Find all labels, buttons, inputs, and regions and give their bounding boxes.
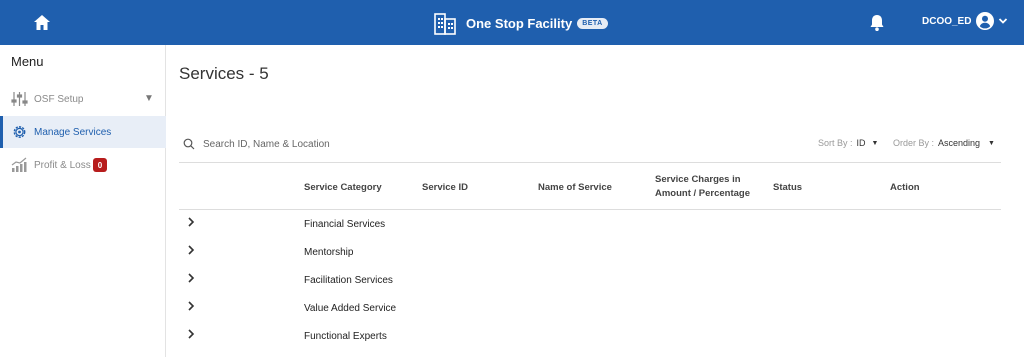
brand: One Stop Facility BETA	[433, 9, 608, 37]
search-icon	[183, 138, 195, 150]
order-by-label: Order By :	[893, 138, 935, 148]
column-header-status: Status	[773, 182, 803, 193]
menu-title: Menu	[11, 54, 44, 69]
beta-badge: BETA	[577, 17, 608, 29]
column-header-name-of-service: Name of Service	[538, 182, 612, 193]
bell-icon[interactable]	[868, 13, 886, 32]
gear-icon	[13, 126, 26, 138]
user-menu[interactable]: DCOO_ED	[922, 12, 1009, 30]
app-title: One Stop Facility	[466, 15, 573, 31]
chevron-right-icon[interactable]	[185, 300, 197, 312]
sidebar-item-osf-setup[interactable]: OSF Setup ▼	[0, 83, 166, 115]
sidebar: Menu OSF Setup ▼ Manage Services Profit …	[0, 45, 166, 357]
service-category-cell: Mentorship	[304, 247, 354, 258]
chevron-right-icon[interactable]	[185, 216, 197, 228]
chevron-down-icon	[999, 18, 1008, 24]
service-category-cell: Value Added Service	[304, 303, 397, 314]
service-category-cell: Facilitation Services	[304, 275, 393, 286]
order-by-value: Ascending	[938, 138, 981, 148]
table-header: Service Category Service ID Name of Serv…	[179, 162, 1001, 210]
chevron-right-icon[interactable]	[185, 328, 197, 340]
chevron-right-icon[interactable]	[185, 272, 197, 284]
caret-down-icon: ▼	[871, 139, 879, 147]
top-bar: One Stop Facility BETA DCOO_ED	[0, 0, 1024, 45]
search-bar	[183, 136, 483, 152]
sidebar-item-label: Profit & Loss	[34, 159, 91, 171]
sort-by-value: ID	[856, 138, 866, 148]
sidebar-item-profit-loss[interactable]: Profit & Loss 0	[0, 149, 166, 181]
order-by-select[interactable]: Order By : Ascending ▼	[893, 138, 995, 148]
page-title: Services - 5	[179, 64, 269, 83]
service-category-cell: Financial Services	[304, 219, 386, 230]
buildings-icon	[434, 13, 456, 35]
user-name: DCOO_ED	[922, 15, 972, 27]
service-category-cell: Functional Experts	[304, 331, 387, 342]
search-input[interactable]	[203, 138, 463, 150]
sidebar-item-manage-services[interactable]: Manage Services	[0, 116, 166, 148]
table-body: Financial Services Mentorship Facilitati…	[179, 210, 1001, 350]
services-table: Service Category Service ID Name of Serv…	[179, 162, 1001, 350]
caret-down-icon: ▼	[988, 139, 995, 147]
sidebar-item-label: OSF Setup	[34, 93, 84, 105]
sidebar-item-label: Manage Services	[34, 126, 112, 138]
table-row: Value Added Service	[179, 294, 1001, 322]
column-header-service-charges-line2: Amount / Percentage	[655, 188, 751, 199]
chart-icon	[11, 157, 27, 172]
column-header-service-charges: Service Charges in	[655, 174, 741, 185]
table-row: Mentorship	[179, 238, 1001, 266]
home-icon[interactable]	[32, 13, 52, 33]
table-row: Financial Services	[179, 210, 1001, 238]
table-row: Facilitation Services	[179, 266, 1001, 294]
column-header-action: Action	[890, 182, 920, 193]
sliders-icon	[11, 92, 28, 106]
account-circle-icon	[976, 12, 995, 30]
column-header-service-category: Service Category	[304, 182, 382, 193]
sort-by-label: Sort By :	[818, 138, 853, 148]
table-row: Functional Experts	[179, 322, 1001, 350]
sort-by-select[interactable]: Sort By : ID ▼	[818, 138, 878, 148]
column-header-service-id: Service ID	[422, 182, 468, 193]
chevron-right-icon[interactable]	[185, 244, 197, 256]
caret-down-icon: ▼	[144, 93, 154, 104]
count-badge: 0	[93, 158, 107, 172]
